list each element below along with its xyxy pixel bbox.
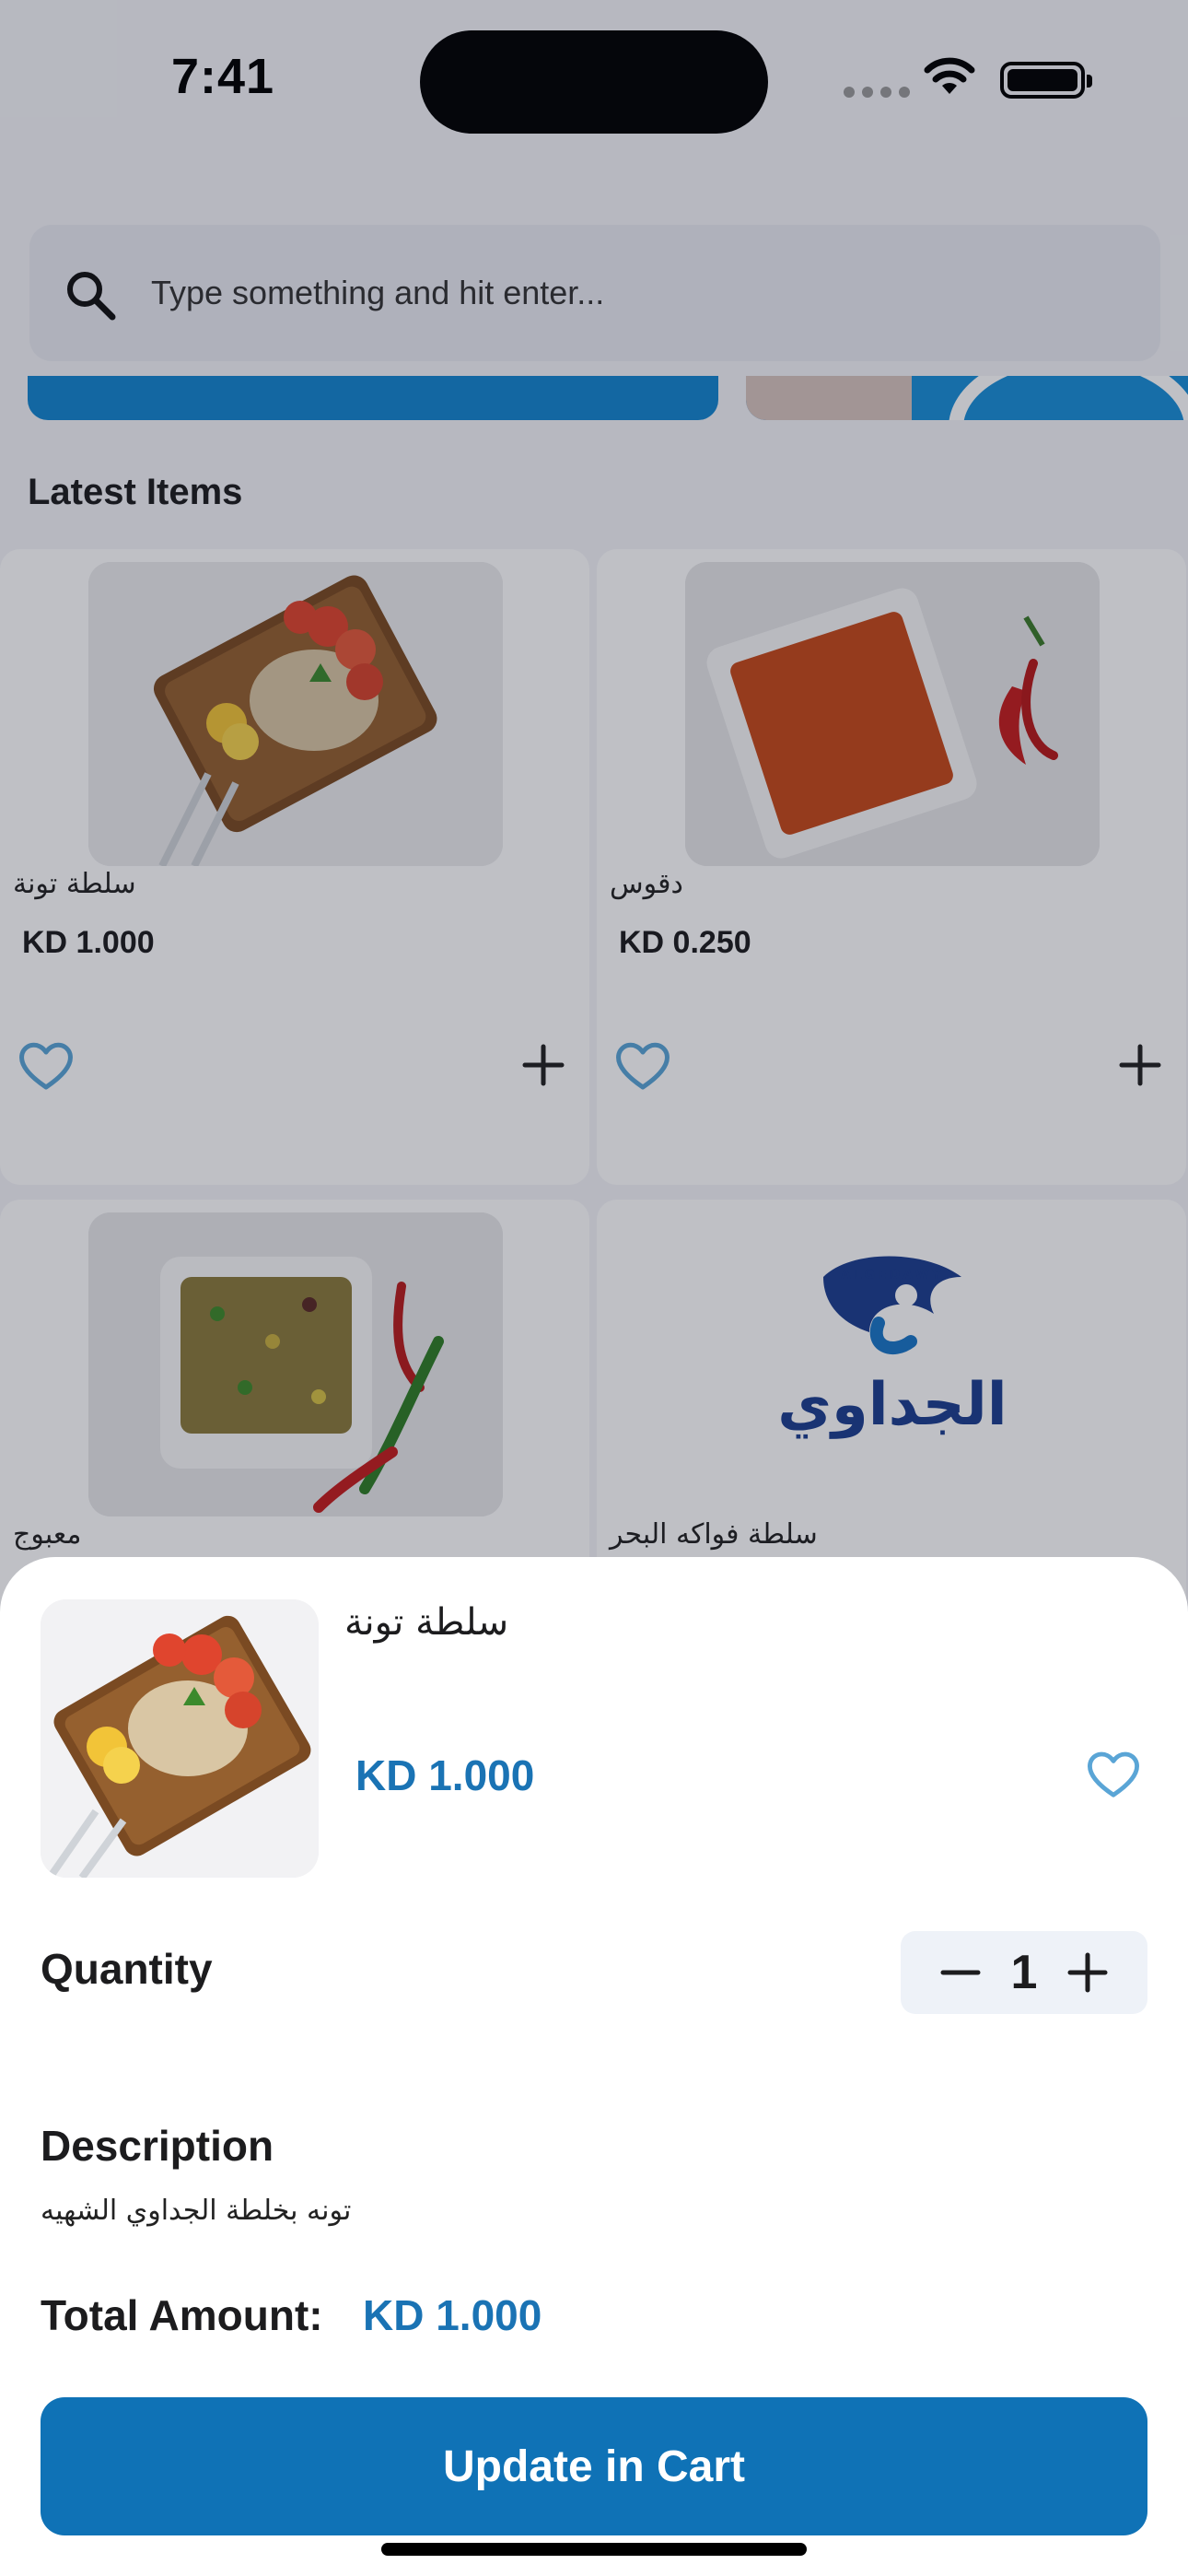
quantity-stepper: 1 bbox=[901, 1931, 1147, 2014]
app-screen: 7:41 Latest Items bbox=[0, 0, 1188, 2576]
sheet-product-image bbox=[41, 1599, 319, 1878]
description-text: تونه بخلطة الجداوي الشهيه bbox=[41, 2195, 352, 2227]
home-indicator bbox=[381, 2543, 807, 2556]
sheet-product-price: KD 1.000 bbox=[355, 1751, 535, 1799]
update-cart-button[interactable]: Update in Cart bbox=[41, 2397, 1147, 2535]
total-amount-label: Total Amount: bbox=[41, 2291, 323, 2339]
minus-icon[interactable] bbox=[938, 1950, 984, 1996]
plus-icon[interactable] bbox=[1065, 1950, 1111, 1996]
quantity-label: Quantity bbox=[41, 1945, 213, 1993]
description-label: Description bbox=[41, 2122, 274, 2170]
total-amount-value: KD 1.000 bbox=[363, 2291, 542, 2339]
sheet-product-name: سلطة تونة bbox=[344, 1601, 509, 1644]
product-bottom-sheet: سلطة تونة KD 1.000 Quantity 1 Descriptio… bbox=[0, 1557, 1188, 2576]
favorite-heart-icon[interactable] bbox=[1085, 1747, 1142, 1800]
quantity-value: 1 bbox=[1010, 1946, 1038, 1999]
